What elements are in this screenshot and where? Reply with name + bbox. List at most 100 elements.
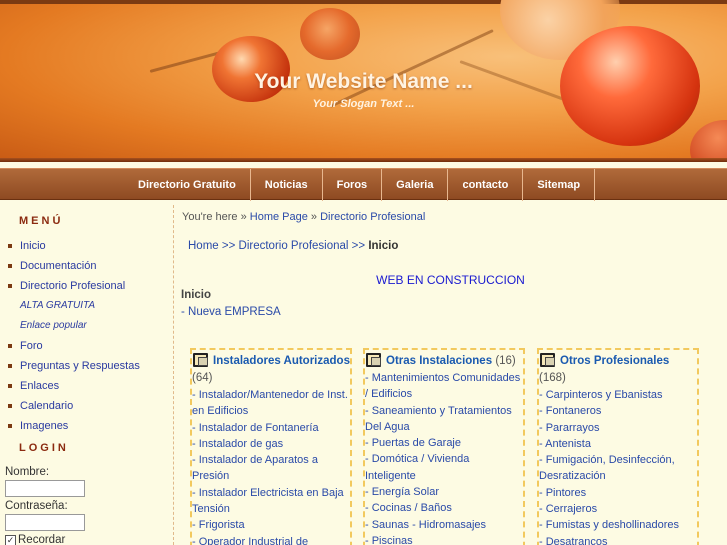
- site-name[interactable]: Your Website Name ...: [0, 70, 727, 94]
- sidebar-item-imagenes[interactable]: Imagenes: [0, 416, 168, 436]
- nav-item-label[interactable]: Foros: [337, 179, 368, 191]
- subcategory-link[interactable]: - Saunas - Hidromasajes: [365, 517, 523, 533]
- column-divider: [173, 205, 174, 545]
- category-count: (64): [192, 372, 213, 384]
- menu-heading: MENÚ: [19, 215, 64, 227]
- nav-item-label[interactable]: Galeria: [396, 179, 433, 191]
- subcategory-link[interactable]: - Antenista: [539, 436, 697, 452]
- subcategory-link[interactable]: - Instalador Electricista en Baja Tensió…: [192, 485, 350, 518]
- category-count: (168): [539, 372, 566, 384]
- subcategory-link[interactable]: - Instalador de Fontanería: [192, 420, 350, 436]
- sidebar: MENÚ Inicio Documentación Directorio Pro…: [0, 205, 168, 545]
- site-header: Your Website Name ... Your Slogan Text .…: [0, 0, 727, 162]
- subcategory-link[interactable]: - Instalador de gas: [192, 436, 350, 452]
- subcategory-link[interactable]: - Pararrayos: [539, 420, 697, 436]
- username-input[interactable]: [5, 480, 85, 497]
- breadcrumb-prefix: You're here »: [182, 211, 247, 223]
- subcategory-link[interactable]: - Carpinteros y Ebanistas: [539, 387, 697, 403]
- subcategory-list: - Mantenimientos Comunidades / Edificios…: [365, 370, 523, 545]
- sidebar-menu: Inicio Documentación Directorio Profesio…: [0, 236, 168, 436]
- breadcrumb-separator: »: [310, 211, 318, 223]
- category-title-link[interactable]: Otras Instalaciones: [386, 355, 492, 367]
- site-title-block: Your Website Name ... Your Slogan Text .…: [0, 70, 727, 110]
- header-decoration: [300, 8, 360, 60]
- section-title: Inicio: [181, 289, 212, 301]
- category-count: (16): [495, 355, 516, 367]
- sidebar-item-preguntas[interactable]: Preguntas y Respuestas: [0, 356, 168, 376]
- sidebar-item-documentacion[interactable]: Documentación: [0, 256, 168, 276]
- remember-checkbox[interactable]: ✓: [5, 534, 16, 545]
- nav-item-label[interactable]: contacto: [462, 179, 508, 191]
- password-label: Contraseña:: [5, 500, 68, 512]
- sidebar-subitem-enlace-popular[interactable]: Enlace popular: [0, 316, 168, 336]
- sidebar-item-directorio-profesional[interactable]: Directorio Profesional: [0, 276, 168, 296]
- header-bottom-border: [0, 158, 727, 162]
- site-slogan: Your Slogan Text ...: [312, 98, 415, 110]
- breadcrumb-home-link[interactable]: Home Page: [250, 211, 308, 223]
- category-box-otros-profesionales: Otros Profesionales (168) - Carpinteros …: [537, 348, 699, 545]
- category-box-instaladores: Instaladores Autorizados (64) - Instalad…: [190, 348, 352, 545]
- nav-item-label[interactable]: Sitemap: [537, 179, 580, 191]
- nav-item-noticias[interactable]: Noticias: [251, 169, 323, 201]
- category-header: Otras Instalaciones (16): [365, 352, 523, 370]
- nav-item-contacto[interactable]: contacto: [448, 169, 524, 201]
- nav-item-directorio-gratuito[interactable]: Directorio Gratuito: [128, 169, 251, 201]
- subcategory-link[interactable]: - Puertas de Garaje: [365, 435, 523, 451]
- subcategory-link[interactable]: - Pintores: [539, 485, 697, 501]
- subcategory-link[interactable]: - Mantenimientos Comunidades / Edificios: [365, 370, 523, 403]
- username-label: Nombre:: [5, 466, 50, 478]
- login-heading: LOGIN: [19, 442, 69, 454]
- breadcrumb: You're here » Home Page » Directorio Pro…: [182, 211, 425, 223]
- subcategory-link[interactable]: - Frigorista: [192, 517, 350, 533]
- subcategory-link[interactable]: - Desatrancos: [539, 534, 697, 545]
- subcategory-list: - Instalador/Mantenedor de Inst. en Edif…: [192, 387, 350, 545]
- subcategory-link[interactable]: - Cocinas / Baños: [365, 500, 523, 516]
- sidebar-item-foro[interactable]: Foro: [0, 336, 168, 356]
- folder-icon: [192, 352, 208, 367]
- nav-item-foros[interactable]: Foros: [323, 169, 383, 201]
- path-separator: >>: [351, 240, 366, 252]
- category-title-link[interactable]: Otros Profesionales: [560, 355, 669, 367]
- category-box-otras-instalaciones: Otras Instalaciones (16) - Mantenimiento…: [363, 348, 525, 545]
- remember-row: ✓ Recordar: [5, 533, 168, 545]
- login-form: Nombre: Contraseña: ✓ Recordar: [0, 465, 168, 545]
- remember-label: Recordar: [18, 534, 66, 545]
- folder-icon: [539, 352, 555, 367]
- nav-item-label[interactable]: Noticias: [265, 179, 308, 191]
- subcategory-link[interactable]: - Saneamiento y Tratamientos Del Agua: [365, 403, 523, 436]
- path-separator: >>: [221, 240, 236, 252]
- subcategory-link[interactable]: - Fumistas y deshollinadores: [539, 517, 697, 533]
- new-company-link[interactable]: - Nueva EMPRESA: [181, 306, 281, 318]
- subcategory-link[interactable]: - Instalador de Aparatos a Presión: [192, 452, 350, 485]
- subcategory-list: - Carpinteros y Ebanistas - Fontaneros -…: [539, 387, 697, 545]
- path-home-link[interactable]: Home: [188, 240, 219, 252]
- sidebar-item-calendario[interactable]: Calendario: [0, 396, 168, 416]
- category-title-link[interactable]: Instaladores Autorizados: [213, 355, 350, 367]
- category-header: Instaladores Autorizados (64): [192, 352, 350, 387]
- subcategory-link[interactable]: - Operador Industrial de: [192, 534, 350, 545]
- path-directory-link[interactable]: Directorio Profesional: [239, 240, 349, 252]
- nav-item-label[interactable]: Directorio Gratuito: [138, 179, 236, 191]
- nav-item-sitemap[interactable]: Sitemap: [523, 169, 596, 201]
- main-nav: Directorio Gratuito Noticias Foros Galer…: [0, 168, 727, 201]
- header-decoration: [690, 120, 727, 162]
- nav-item-galeria[interactable]: Galeria: [382, 169, 449, 201]
- sidebar-item-inicio[interactable]: Inicio: [0, 236, 168, 256]
- nav-list: Directorio Gratuito Noticias Foros Galer…: [128, 169, 596, 201]
- subcategory-link[interactable]: - Fumigación, Desinfección, Desratizació…: [539, 452, 697, 485]
- subcategory-link[interactable]: - Cerrajeros: [539, 501, 697, 517]
- directory-path: Home >> Directorio Profesional >> Inicio: [188, 240, 398, 252]
- subcategory-link[interactable]: - Domótica / Vivienda Inteligente: [365, 451, 523, 484]
- subcategory-link[interactable]: - Fontaneros: [539, 403, 697, 419]
- subcategory-link[interactable]: - Piscinas: [365, 533, 523, 545]
- sidebar-subitem-alta-gratuita[interactable]: ALTA GRATUITA: [0, 296, 168, 316]
- path-current: Inicio: [368, 240, 399, 252]
- sidebar-item-enlaces[interactable]: Enlaces: [0, 376, 168, 396]
- construction-notice: WEB EN CONSTRUCCION: [376, 273, 525, 287]
- password-input[interactable]: [5, 514, 85, 531]
- subcategory-link[interactable]: - Instalador/Mantenedor de Inst. en Edif…: [192, 387, 350, 420]
- breadcrumb-current-link[interactable]: Directorio Profesional: [320, 211, 425, 223]
- subcategory-link[interactable]: - Energía Solar: [365, 484, 523, 500]
- category-header: Otros Profesionales (168): [539, 352, 697, 387]
- folder-icon: [365, 352, 381, 367]
